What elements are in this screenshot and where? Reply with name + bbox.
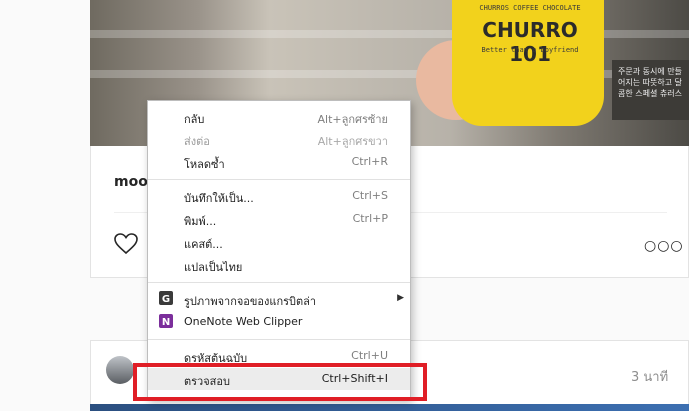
onenote-icon: N [159,314,173,328]
menu-item-label: กลับ [184,113,205,126]
menu-item-label: ส่งต่อ [184,135,210,148]
post-time: 3 นาที [631,370,669,385]
heart-icon[interactable] [114,233,138,259]
menu-separator [148,339,410,340]
menu-item-shortcut: Ctrl+U [351,349,388,362]
menu-item-label: พิมพ์... [184,215,217,228]
cup-brand: CHURRO 101 [482,18,578,66]
menu-item-label: OneNote Web Clipper [184,315,303,328]
menu-item-label: แปลเป็นไทย [184,261,243,274]
more-options-icon[interactable]: ○○○ [644,238,684,254]
menu-item-print[interactable]: พิมพ์... Ctrl+P [148,208,410,230]
menu-item-shortcut: Ctrl+P [352,212,388,225]
menu-item-cast[interactable]: แคสต์... [148,231,410,253]
menu-item-label: บันทึกให้เป็น... [184,192,254,205]
menu-item-onenote[interactable]: N OneNote Web Clipper [148,311,410,333]
menu-item-forward[interactable]: ส่งต่อ Alt+ลูกศรขวา [148,128,410,150]
menu-item-shortcut: Ctrl+S [352,189,388,202]
menu-separator [148,179,410,180]
korean-sign: 주문과 동시에 만들어지는 따뜻하고 달콤한 스페셜 츄러스 [612,60,689,120]
menu-item-grabber-extension[interactable]: G รูปภาพจากจอของแกรบิตล่า ▶ [148,288,410,310]
highlight-annotation [133,363,427,401]
post-photo[interactable] [90,404,689,411]
menu-item-save-as[interactable]: บันทึกให้เป็น... Ctrl+S [148,185,410,207]
menu-item-label: รูปภาพจากจอของแกรบิตล่า [184,295,317,308]
menu-item-label: โหลดซ้ำ [184,158,225,171]
menu-separator [148,282,410,283]
submenu-arrow-icon: ▶ [397,293,404,303]
context-menu: กลับ Alt+ลูกศรซ้าย ส่งต่อ Alt+ลูกศรขวา โ… [147,100,411,400]
menu-item-label: แคสต์... [184,238,223,251]
cup-tagline: Better than a boyfriend [481,46,579,54]
menu-item-shortcut: Alt+ลูกศรขวา [317,135,388,148]
svg-text:G: G [162,294,170,305]
menu-item-shortcut: Alt+ลูกศรซ้าย [317,113,389,126]
menu-item-reload[interactable]: โหลดซ้ำ Ctrl+R [148,151,410,173]
menu-item-back[interactable]: กลับ Alt+ลูกศรซ้าย [148,106,410,128]
menu-item-translate[interactable]: แปลเป็นไทย [148,254,410,276]
post-caption[interactable]: moo [114,174,148,190]
svg-text:N: N [162,317,170,328]
avatar[interactable] [106,356,134,384]
cup-top-text: CHURROS COFFEE CHOCOLATE [479,4,581,12]
grabber-extension-icon: G [159,291,173,305]
menu-item-shortcut: Ctrl+R [351,155,388,168]
cup: CHURROS COFFEE CHOCOLATE CHURRO 101 Bett… [452,0,604,126]
